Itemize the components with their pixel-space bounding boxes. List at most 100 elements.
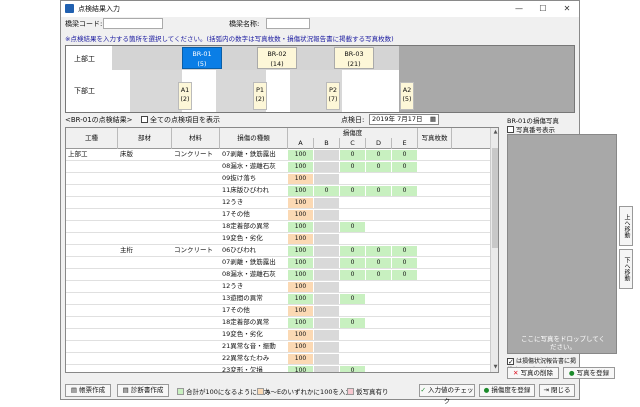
grade-cell-d[interactable]: [366, 366, 392, 372]
grade-cell-d[interactable]: [366, 330, 392, 340]
grade-cell-c[interactable]: 0: [340, 258, 366, 268]
grade-cell-b[interactable]: [314, 222, 340, 232]
grade-cell-c[interactable]: [340, 198, 366, 208]
grade-cell-b[interactable]: [314, 162, 340, 172]
check-input-button[interactable]: ✓ 入力値のチェック: [419, 384, 475, 405]
pier-a1[interactable]: A1 (2): [178, 82, 192, 110]
grade-cell-c[interactable]: 0: [340, 186, 366, 196]
grade-cell-a[interactable]: 100: [288, 246, 314, 256]
grade-cell-a[interactable]: 100: [288, 174, 314, 184]
pier-p1[interactable]: P1 (2): [253, 82, 267, 110]
span-br-03[interactable]: BR-03 (21): [334, 47, 374, 69]
grade-cell-c[interactable]: 0: [340, 318, 366, 328]
grade-cell-a[interactable]: 100: [288, 234, 314, 244]
grade-cell-c[interactable]: 0: [340, 366, 366, 372]
grade-cell-d[interactable]: 0: [366, 246, 392, 256]
scroll-down-icon[interactable]: ▼: [492, 364, 498, 371]
close-button[interactable]: ⇥ 閉じる: [539, 384, 575, 397]
grade-cell-a[interactable]: 100: [288, 318, 314, 328]
grade-cell-b[interactable]: [314, 234, 340, 244]
grade-cell-a[interactable]: 100: [288, 162, 314, 172]
grade-cell-e[interactable]: 0: [392, 162, 418, 172]
grade-cell-e[interactable]: [392, 222, 418, 232]
minimize-button[interactable]: —: [507, 2, 531, 16]
photo-number-checkbox[interactable]: [507, 126, 514, 133]
grade-cell-e[interactable]: [392, 306, 418, 316]
show-all-checkbox[interactable]: [141, 116, 148, 123]
delete-photo-button[interactable]: ✕ 写真の削除: [507, 367, 559, 379]
show-photo-number-toggle[interactable]: 写真番号表示: [507, 124, 555, 134]
grade-cell-e[interactable]: [392, 294, 418, 304]
register-photo-button[interactable]: ● 写真を登録: [563, 367, 615, 379]
grade-cell-b[interactable]: [314, 330, 340, 340]
grade-cell-e[interactable]: [392, 174, 418, 184]
scroll-thumb[interactable]: [492, 148, 498, 248]
grade-cell-a[interactable]: 100: [288, 294, 314, 304]
grade-cell-d[interactable]: [366, 282, 392, 292]
grade-cell-c[interactable]: 0: [340, 294, 366, 304]
grade-cell-a[interactable]: 100: [288, 222, 314, 232]
grade-cell-b[interactable]: [314, 366, 340, 372]
grade-cell-a[interactable]: 100: [288, 330, 314, 340]
span-br-02[interactable]: BR-02 (14): [257, 47, 297, 69]
grade-cell-c[interactable]: [340, 342, 366, 352]
grade-cell-d[interactable]: 0: [366, 150, 392, 160]
grade-cell-a[interactable]: 100: [288, 282, 314, 292]
grade-cell-b[interactable]: [314, 282, 340, 292]
grade-cell-b[interactable]: [314, 318, 340, 328]
grade-cell-d[interactable]: 0: [366, 270, 392, 280]
grade-cell-c[interactable]: 0: [340, 150, 366, 160]
grade-cell-b[interactable]: [314, 198, 340, 208]
grade-cell-a[interactable]: 100: [288, 198, 314, 208]
inspection-date-picker[interactable]: 2019年 7月17日 ▦: [369, 114, 439, 125]
grade-cell-e[interactable]: [392, 354, 418, 364]
grade-cell-c[interactable]: [340, 354, 366, 364]
grade-cell-e[interactable]: [392, 282, 418, 292]
grade-cell-d[interactable]: [366, 174, 392, 184]
grade-cell-a[interactable]: 100: [288, 186, 314, 196]
grade-cell-c[interactable]: [340, 330, 366, 340]
grade-cell-a[interactable]: 100: [288, 258, 314, 268]
grade-cell-c[interactable]: [340, 210, 366, 220]
grade-cell-e[interactable]: 0: [392, 150, 418, 160]
grade-cell-c[interactable]: 0: [340, 222, 366, 232]
move-down-button[interactable]: 下へ移動: [619, 249, 633, 289]
grade-cell-c[interactable]: 0: [340, 270, 366, 280]
grade-cell-c[interactable]: [340, 234, 366, 244]
grade-cell-e[interactable]: [392, 366, 418, 372]
move-up-button[interactable]: 上へ移動: [619, 206, 633, 246]
grade-cell-a[interactable]: 100: [288, 210, 314, 220]
grade-cell-e[interactable]: [392, 330, 418, 340]
span-br-01[interactable]: BR-01 (5): [182, 47, 222, 69]
grade-cell-a[interactable]: 100: [288, 354, 314, 364]
pier-p2[interactable]: P2 (7): [326, 82, 340, 110]
grade-cell-d[interactable]: 0: [366, 162, 392, 172]
close-window-button[interactable]: ✕: [555, 2, 579, 16]
calendar-icon[interactable]: ▦: [430, 115, 436, 124]
grade-cell-b[interactable]: 0: [314, 186, 340, 196]
grade-cell-e[interactable]: 0: [392, 246, 418, 256]
ledger-button[interactable]: ▤ 帳票作成: [65, 384, 111, 397]
grade-cell-a[interactable]: 100: [288, 270, 314, 280]
grade-cell-c[interactable]: 0: [340, 246, 366, 256]
grade-cell-b[interactable]: [314, 354, 340, 364]
pier-a2[interactable]: A2 (5): [400, 82, 414, 110]
grade-cell-a[interactable]: 100: [288, 306, 314, 316]
scroll-up-icon[interactable]: ▲: [492, 129, 498, 136]
grade-cell-a[interactable]: 100: [288, 150, 314, 160]
grade-cell-e[interactable]: 0: [392, 186, 418, 196]
grade-cell-d[interactable]: [366, 342, 392, 352]
grade-cell-b[interactable]: [314, 210, 340, 220]
grade-cell-e[interactable]: [392, 342, 418, 352]
grade-cell-d[interactable]: [366, 294, 392, 304]
diagnosis-button[interactable]: ▤ 診断書作成: [117, 384, 169, 397]
grade-cell-c[interactable]: 0: [340, 162, 366, 172]
grade-cell-d[interactable]: 0: [366, 258, 392, 268]
grade-cell-d[interactable]: [366, 354, 392, 364]
register-degree-button[interactable]: ● 損傷度を登録: [479, 384, 535, 397]
grade-cell-c[interactable]: [340, 282, 366, 292]
grade-cell-e[interactable]: [392, 318, 418, 328]
grade-cell-e[interactable]: 0: [392, 258, 418, 268]
grade-cell-b[interactable]: [314, 174, 340, 184]
grade-cell-d[interactable]: [366, 210, 392, 220]
